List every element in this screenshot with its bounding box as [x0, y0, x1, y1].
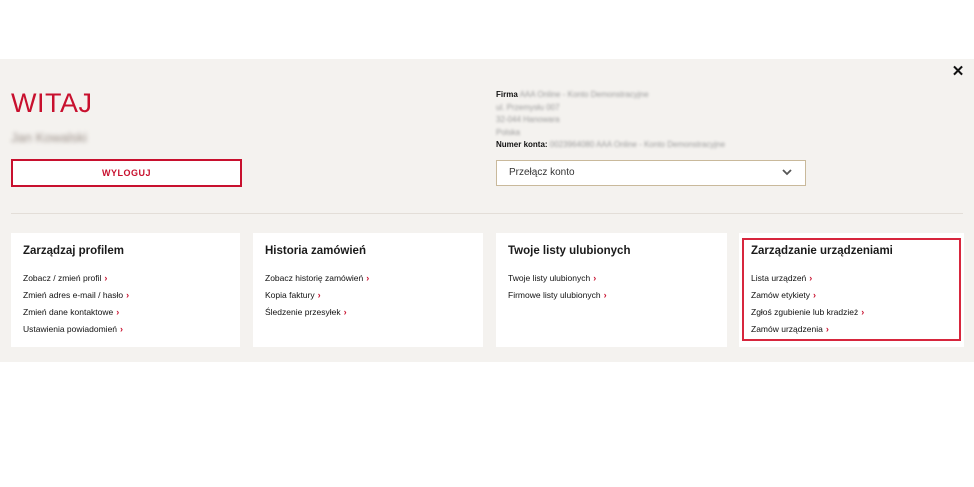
- link-change-email[interactable]: Zmień adres e-mail / hasło: [23, 290, 123, 300]
- account-info: Firma AAA Online - Konto Demonstracyjne …: [496, 89, 725, 152]
- list-item: Zobacz / zmień profil ›: [23, 273, 129, 290]
- link-report-loss[interactable]: Zgłoś zgubienie lub kradzież: [751, 307, 858, 317]
- link-view-profile[interactable]: Zobacz / zmień profil: [23, 273, 101, 283]
- card-title: Zarządzanie urządzeniami: [751, 245, 893, 257]
- link-shipment-tracking[interactable]: Śledzenie przesyłek: [265, 307, 341, 317]
- link-notification-settings[interactable]: Ustawienia powiadomień: [23, 324, 117, 334]
- chevron-right-icon: ›: [116, 307, 120, 317]
- link-order-history[interactable]: Zobacz historię zamówień: [265, 273, 363, 283]
- card-profile: Zarządzaj profilem Zobacz / zmień profil…: [11, 233, 240, 347]
- chevron-right-icon: ›: [861, 307, 865, 317]
- company-label: Firma: [496, 90, 518, 99]
- logout-button[interactable]: WYLOGUJ: [11, 159, 242, 187]
- chevron-down-icon: [782, 169, 792, 176]
- link-invoice-copy[interactable]: Kopia faktury: [265, 290, 315, 300]
- chevron-right-icon: ›: [809, 273, 813, 283]
- chevron-right-icon: ›: [603, 290, 607, 300]
- switch-account-select[interactable]: Przełącz konto: [496, 160, 806, 186]
- chevron-right-icon: ›: [366, 273, 370, 283]
- chevron-right-icon: ›: [343, 307, 347, 317]
- chevron-right-icon: ›: [126, 290, 130, 300]
- account-number-value: 0023964080 AAA Online - Konto Demonstrac…: [549, 140, 726, 149]
- link-change-contact[interactable]: Zmień dane kontaktowe: [23, 307, 113, 317]
- chevron-right-icon: ›: [825, 324, 829, 334]
- list-item: Zmień dane kontaktowe ›: [23, 307, 129, 324]
- card-links: Lista urządzeń › Zamów etykiety › Zgłoś zg…: [751, 273, 864, 341]
- card-order-history: Historia zamówień Zobacz historię zamówi…: [253, 233, 483, 347]
- company-value: AAA Online - Konto Demonstracyjne: [519, 90, 649, 99]
- card-title: Twoje listy ulubionych: [508, 245, 631, 257]
- link-order-labels[interactable]: Zamów etykiety: [751, 290, 810, 300]
- switch-account-label: Przełącz konto: [509, 167, 575, 178]
- card-links: Twoje listy ulubionych › Firmowe listy ul…: [508, 273, 607, 307]
- list-item: Zmień adres e-mail / hasło ›: [23, 290, 129, 307]
- link-order-devices[interactable]: Zamów urządzenia: [751, 324, 823, 334]
- list-item: Twoje listy ulubionych ›: [508, 273, 607, 290]
- address-line: ul. Przemysłu 007: [496, 102, 560, 112]
- card-device-management: Zarządzanie urządzeniami Lista urządzeń ›…: [739, 233, 964, 347]
- list-item: Firmowe listy ulubionych ›: [508, 290, 607, 307]
- close-icon[interactable]: ✕: [950, 64, 966, 80]
- list-item: Zobacz historię zamówień ›: [265, 273, 369, 290]
- card-favorites: Twoje listy ulubionych Twoje listy ulubi…: [496, 233, 727, 347]
- card-title: Historia zamówień: [265, 245, 366, 257]
- chevron-right-icon: ›: [593, 273, 597, 283]
- list-item: Kopia faktury ›: [265, 290, 369, 307]
- card-title: Zarządzaj profilem: [23, 245, 124, 257]
- list-item: Zamów etykiety ›: [751, 290, 864, 307]
- list-item: Lista urządzeń ›: [751, 273, 864, 290]
- list-item: Ustawienia powiadomień ›: [23, 324, 129, 341]
- chevron-right-icon: ›: [317, 290, 321, 300]
- welcome-heading: WITAJ: [11, 88, 93, 118]
- card-links: Zobacz / zmień profil › Zmień adres e-mai…: [23, 273, 129, 341]
- chevron-right-icon: ›: [120, 324, 124, 334]
- link-company-favorites[interactable]: Firmowe listy ulubionych: [508, 290, 601, 300]
- address-line: Polska: [496, 127, 521, 137]
- link-device-list[interactable]: Lista urządzeń: [751, 273, 806, 283]
- chevron-right-icon: ›: [104, 273, 108, 283]
- list-item: Zamów urządzenia ›: [751, 324, 864, 341]
- chevron-right-icon: ›: [813, 290, 817, 300]
- link-your-favorites[interactable]: Twoje listy ulubionych: [508, 273, 590, 283]
- list-item: Zgłoś zgubienie lub kradzież ›: [751, 307, 864, 324]
- divider: [11, 213, 963, 214]
- account-number-label: Numer konta:: [496, 140, 548, 149]
- list-item: Śledzenie przesyłek ›: [265, 307, 369, 324]
- user-name: Jan Kowalski: [11, 130, 87, 145]
- card-links: Zobacz historię zamówień › Kopia faktury ›…: [265, 273, 369, 324]
- address-line: 32-044 Hanowara: [496, 115, 560, 124]
